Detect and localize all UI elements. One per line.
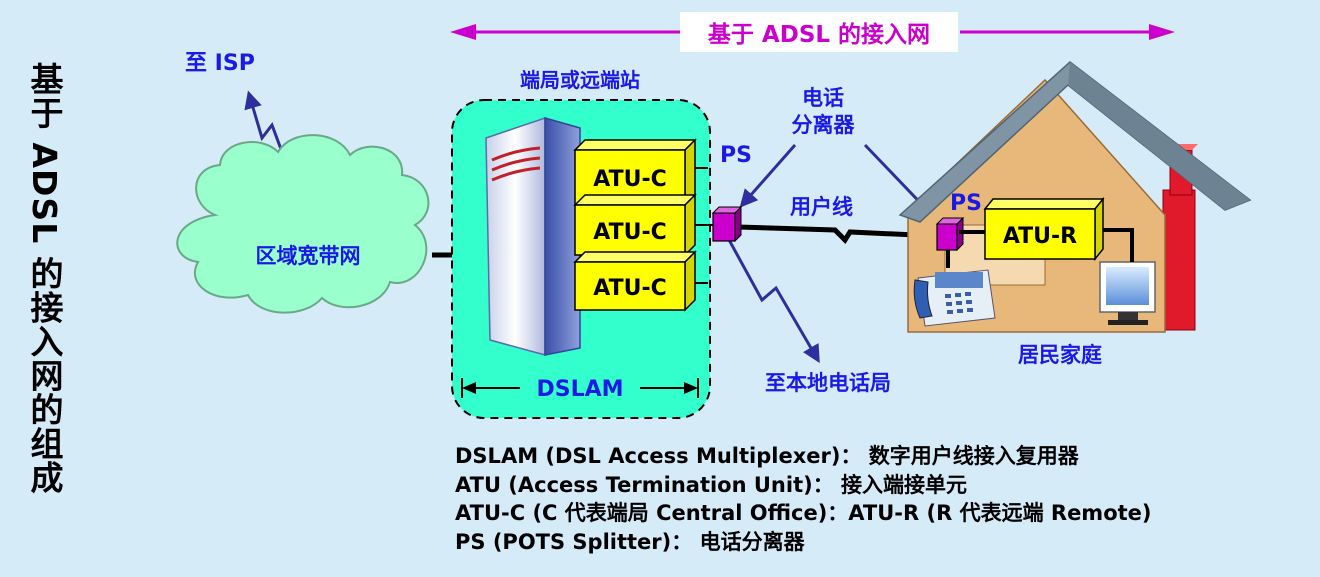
to-isp-label: 至 ISP <box>185 51 255 76</box>
side-title: 基于 ADSL 的接入网的组成 <box>25 62 64 495</box>
ps-right-label: PS <box>950 191 982 216</box>
atu-c-label: ATU-C <box>593 276 666 301</box>
legend: DSLAM (DSL Access Multiplexer)： 数字用户线接入复… <box>455 442 1152 556</box>
legend-line: ATU (Access Termination Unit)： 接入端接单元 <box>455 472 968 497</box>
ps-left-label: PS <box>720 143 752 168</box>
legend-line: DSLAM (DSL Access Multiplexer)： 数字用户线接入复… <box>455 444 1079 468</box>
top-span-arrow: 基于 ADSL 的接入网 <box>450 12 1175 52</box>
home-label: 居民家庭 <box>1018 343 1102 367</box>
splitter-label-line1: 电话 <box>802 86 844 110</box>
atu-c-stack: ATU-C ATU-C ATU-C <box>573 138 697 312</box>
dslam-label: DSLAM <box>536 377 623 402</box>
legend-line: PS (POTS Splitter)： 电话分离器 <box>455 529 805 554</box>
central-station-label: 端局或远端站 <box>520 68 640 92</box>
atu-c-label: ATU-C <box>593 220 666 245</box>
atu-c-label: ATU-C <box>593 167 666 192</box>
top-banner: 基于 ADSL 的接入网 <box>708 21 930 48</box>
telephone-icon <box>913 269 996 327</box>
legend-line: ATU-C (C 代表端局 Central Office)：ATU-R (R 代… <box>455 501 1152 525</box>
splitter-left-icon <box>711 205 743 243</box>
atu-c-box: ATU-C <box>573 193 697 257</box>
atu-r-label: ATU-R <box>1003 224 1077 249</box>
splitter-label-line2: 分离器 <box>792 113 856 137</box>
regional-broadband-cloud <box>176 134 430 314</box>
user-line-label: 用户线 <box>790 195 853 219</box>
cloud-label: 区域宽带网 <box>256 244 361 268</box>
to-local-office-label: 至本地电话局 <box>765 371 891 395</box>
atu-c-box: ATU-C <box>573 250 697 312</box>
atu-r-box: ATU-R <box>983 196 1105 262</box>
local-office-lightning <box>726 237 820 364</box>
server-tower-icon <box>485 116 581 356</box>
